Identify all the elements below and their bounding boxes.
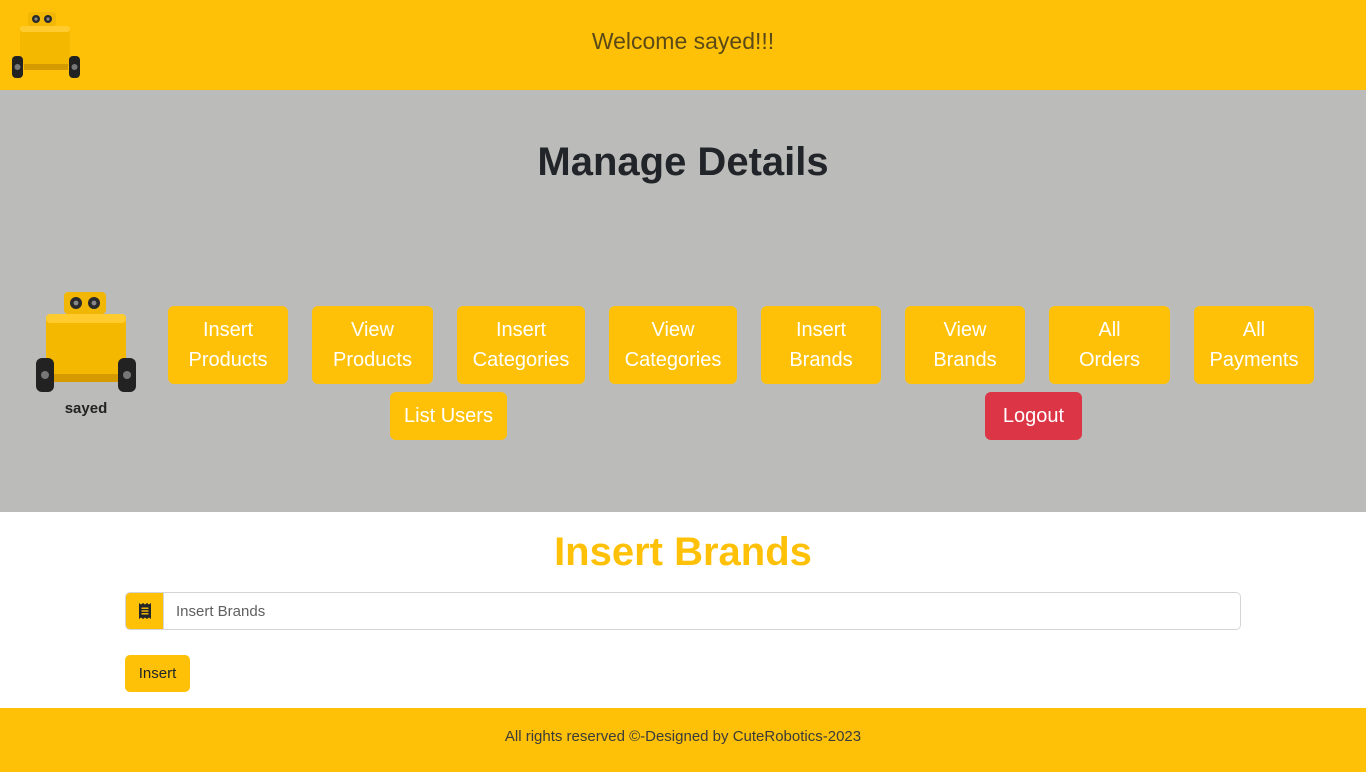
insert-brands-title: Insert Brands [554, 530, 812, 574]
welcome-message: Welcome sayed!!! [591, 28, 775, 54]
receipt-icon [126, 593, 164, 629]
top-navbar: Welcome sayed!!! [0, 0, 1366, 90]
manage-section: Manage Details sayed Insert Products View… [0, 90, 1366, 512]
view-products-button[interactable]: View Products [312, 306, 433, 384]
insert-brands-button[interactable]: Insert Brands [761, 306, 881, 384]
user-profile: sayed [34, 290, 138, 417]
profile-name: sayed [64, 400, 108, 417]
brand-title-input[interactable] [164, 593, 1240, 629]
insert-button[interactable]: Insert [125, 655, 190, 692]
view-brands-button[interactable]: View Brands [905, 306, 1025, 384]
view-categories-button[interactable]: View Categories [609, 306, 737, 384]
insert-categories-button[interactable]: Insert Categories [457, 306, 585, 384]
insert-products-button[interactable]: Insert Products [168, 306, 288, 384]
footer: All rights reserved ©-Designed by CuteRo… [0, 708, 1366, 772]
all-payments-button[interactable]: All Payments [1194, 306, 1314, 384]
all-orders-button[interactable]: All Orders [1049, 306, 1170, 384]
avatar [36, 292, 136, 392]
list-users-button[interactable]: List Users [390, 392, 507, 440]
logout-button[interactable]: Logout [985, 392, 1082, 440]
page-title: Manage Details [537, 140, 829, 184]
brand-input-group [125, 592, 1241, 630]
footer-text: All rights reserved ©-Designed by CuteRo… [504, 728, 862, 745]
